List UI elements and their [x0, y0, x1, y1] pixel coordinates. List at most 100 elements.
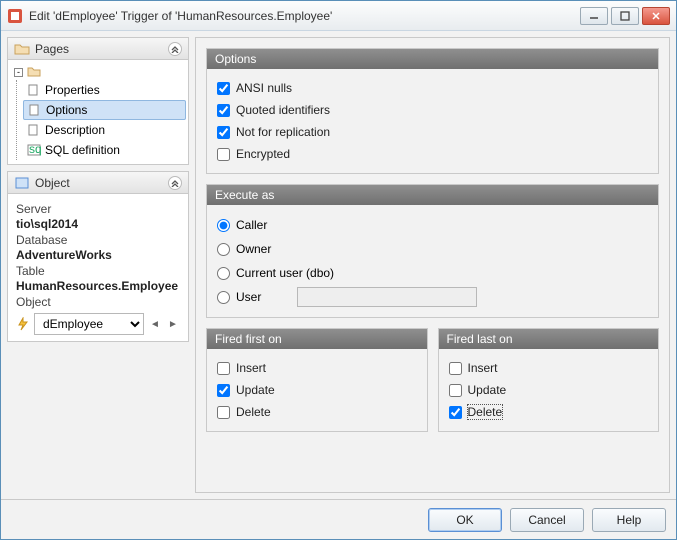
tree-item-options[interactable]: Options: [23, 100, 186, 120]
ansi-nulls-label: ANSI nulls: [236, 81, 292, 95]
folder-icon: [14, 42, 30, 56]
quoted-identifiers-label: Quoted identifiers: [236, 103, 330, 117]
help-button[interactable]: Help: [592, 508, 666, 532]
tree-item-sql-definition[interactable]: sql SQL definition: [23, 140, 186, 160]
checkbox-row-not-for-replication: Not for replication: [217, 121, 648, 143]
chevron-up-icon[interactable]: [168, 42, 182, 56]
window-title: Edit 'dEmployee' Trigger of 'HumanResour…: [29, 9, 580, 23]
tree-root[interactable]: -: [10, 64, 186, 80]
ansi-nulls-checkbox[interactable]: [217, 82, 230, 95]
fired-first-delete-checkbox[interactable]: [217, 406, 230, 419]
page-icon: [27, 124, 41, 136]
table-label: Table: [16, 264, 180, 278]
svg-text:sql: sql: [29, 144, 41, 156]
object-panel-title: Object: [35, 176, 168, 190]
user-input[interactable]: [297, 287, 477, 307]
caller-label: Caller: [236, 218, 267, 232]
page-icon: [27, 84, 41, 96]
next-button[interactable]: ►: [166, 315, 180, 333]
right-column: Options ANSI nulls Quoted identifiers No…: [195, 37, 670, 493]
not-for-replication-checkbox[interactable]: [217, 126, 230, 139]
not-for-replication-label: Not for replication: [236, 125, 330, 139]
server-label: Server: [16, 202, 180, 216]
table-value: HumanResources.Employee: [16, 279, 180, 293]
fired-first-insert-label: Insert: [236, 361, 266, 375]
database-value: AdventureWorks: [16, 248, 180, 262]
quoted-identifiers-checkbox[interactable]: [217, 104, 230, 117]
body: Pages - Properties: [1, 31, 676, 499]
tree-item-label: Properties: [45, 83, 100, 97]
left-column: Pages - Properties: [7, 37, 189, 493]
execute-as-group: Execute as Caller Owner Current user (db…: [206, 184, 659, 318]
caller-radio[interactable]: [217, 219, 230, 232]
object-select-row: dEmployee ◄ ►: [16, 313, 180, 335]
window: Edit 'dEmployee' Trigger of 'HumanResour…: [0, 0, 677, 540]
window-buttons: [580, 7, 670, 25]
cancel-button[interactable]: Cancel: [510, 508, 584, 532]
trigger-icon: [16, 317, 30, 331]
current-user-radio[interactable]: [217, 267, 230, 280]
fired-first-update-checkbox[interactable]: [217, 384, 230, 397]
fired-last-title: Fired last on: [439, 329, 659, 349]
checkbox-row-quoted-identifiers: Quoted identifiers: [217, 99, 648, 121]
owner-radio[interactable]: [217, 243, 230, 256]
object-panel-header[interactable]: Object: [8, 172, 188, 194]
checkbox-row-ansi-nulls: ANSI nulls: [217, 77, 648, 99]
fired-last-delete-label: Delete: [468, 405, 503, 419]
close-button[interactable]: [642, 7, 670, 25]
options-group: Options ANSI nulls Quoted identifiers No…: [206, 48, 659, 174]
fired-first-title: Fired first on: [207, 329, 427, 349]
folder-icon: [27, 66, 41, 78]
tree-item-label: Description: [45, 123, 105, 137]
fired-last-insert-label: Insert: [468, 361, 498, 375]
options-group-title: Options: [207, 49, 658, 69]
radio-row-caller: Caller: [217, 213, 648, 237]
radio-row-current-user: Current user (dbo): [217, 261, 648, 285]
fired-last-insert-checkbox[interactable]: [449, 362, 462, 375]
pages-panel: Pages - Properties: [7, 37, 189, 165]
fired-last-group: Fired last on Insert Update Delete: [438, 328, 660, 432]
object-icon: [14, 176, 30, 190]
radio-row-owner: Owner: [217, 237, 648, 261]
radio-row-user: User: [217, 285, 648, 309]
ok-button[interactable]: OK: [428, 508, 502, 532]
tree-item-properties[interactable]: Properties: [23, 80, 186, 100]
pages-panel-header[interactable]: Pages: [8, 38, 188, 60]
minimize-button[interactable]: [580, 7, 608, 25]
pages-tree: - Properties Options: [8, 60, 188, 164]
execute-as-group-title: Execute as: [207, 185, 658, 205]
fired-last-delete-checkbox[interactable]: [449, 406, 462, 419]
encrypted-checkbox[interactable]: [217, 148, 230, 161]
user-radio[interactable]: [217, 291, 230, 304]
titlebar: Edit 'dEmployee' Trigger of 'HumanResour…: [1, 1, 676, 31]
fired-first-update-label: Update: [236, 383, 275, 397]
tree-item-label: Options: [46, 103, 87, 117]
page-icon: [28, 104, 42, 116]
owner-label: Owner: [236, 242, 271, 256]
spacer: [206, 442, 659, 482]
current-user-label: Current user (dbo): [236, 266, 334, 280]
server-value: tio\sql2014: [16, 217, 180, 231]
fired-last-update-label: Update: [468, 383, 507, 397]
chevron-up-icon[interactable]: [168, 176, 182, 190]
object-label: Object: [16, 295, 180, 309]
pages-panel-title: Pages: [35, 42, 168, 56]
tree-item-label: SQL definition: [45, 143, 120, 157]
prev-button[interactable]: ◄: [148, 315, 162, 333]
collapse-icon[interactable]: -: [14, 68, 23, 77]
object-panel: Object Server tio\sql2014 Database Adven…: [7, 171, 189, 342]
object-select[interactable]: dEmployee: [34, 313, 144, 335]
app-icon: [7, 8, 23, 24]
checkbox-row-encrypted: Encrypted: [217, 143, 648, 165]
fired-last-update-checkbox[interactable]: [449, 384, 462, 397]
fired-first-group: Fired first on Insert Update Delete: [206, 328, 428, 432]
fired-first-insert-checkbox[interactable]: [217, 362, 230, 375]
tree-item-description[interactable]: Description: [23, 120, 186, 140]
maximize-button[interactable]: [611, 7, 639, 25]
user-label: User: [236, 290, 261, 304]
fired-first-delete-label: Delete: [236, 405, 271, 419]
fired-row: Fired first on Insert Update Delete Fire…: [206, 328, 659, 432]
footer: OK Cancel Help: [1, 499, 676, 539]
tree-children: Properties Options Description sql S: [16, 80, 186, 160]
sql-icon: sql: [27, 144, 41, 156]
